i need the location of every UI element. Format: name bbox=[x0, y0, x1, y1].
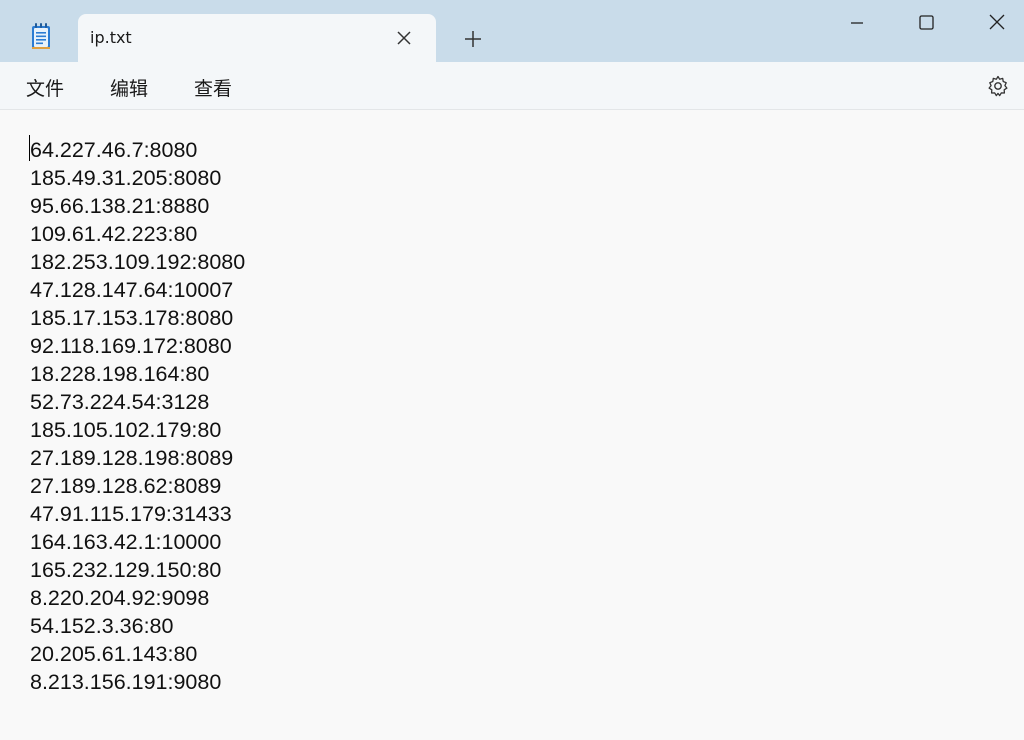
text-line: 27.189.128.62:8089 bbox=[30, 474, 222, 498]
text-line: 64.227.46.7:8080 bbox=[30, 138, 198, 162]
plus-icon[interactable] bbox=[462, 28, 484, 50]
text-line: 109.61.42.223:80 bbox=[30, 222, 198, 246]
text-line: 182.253.109.192:8080 bbox=[30, 250, 246, 274]
text-editor[interactable]: 64.227.46.7:8080 185.49.31.205:8080 95.66.… bbox=[0, 110, 1024, 740]
text-line: 27.189.128.198:8089 bbox=[30, 446, 234, 470]
tab-ip-txt[interactable]: ip.txt bbox=[78, 14, 436, 62]
text-line: 54.152.3.36:80 bbox=[30, 614, 174, 638]
text-line: 185.105.102.179:80 bbox=[30, 418, 222, 442]
text-line: 20.205.61.143:80 bbox=[30, 642, 198, 666]
text-line: 185.49.31.205:8080 bbox=[30, 166, 222, 190]
text-line: 165.232.129.150:80 bbox=[30, 558, 222, 582]
text-caret bbox=[29, 135, 30, 161]
minimize-icon[interactable] bbox=[844, 10, 870, 36]
close-window-icon[interactable] bbox=[984, 10, 1010, 36]
maximize-icon[interactable] bbox=[913, 10, 939, 36]
text-line: 164.163.42.1:10000 bbox=[30, 530, 222, 554]
text-line: 18.228.198.164:80 bbox=[30, 362, 210, 386]
gear-icon[interactable] bbox=[986, 74, 1010, 98]
text-line: 52.73.224.54:3128 bbox=[30, 390, 210, 414]
menu-view[interactable]: 查看 bbox=[194, 74, 232, 101]
text-line: 185.17.153.178:8080 bbox=[30, 306, 234, 330]
notepad-icon bbox=[30, 22, 52, 50]
text-line: 47.128.147.64:10007 bbox=[30, 278, 234, 302]
document-text: 64.227.46.7:8080 185.49.31.205:8080 95.66.… bbox=[30, 136, 245, 696]
close-icon[interactable] bbox=[392, 26, 416, 50]
menu-bar: 文件 编辑 查看 bbox=[0, 62, 1024, 110]
text-line: 8.213.156.191:9080 bbox=[30, 670, 222, 694]
text-line: 8.220.204.92:9098 bbox=[30, 586, 210, 610]
text-line: 92.118.169.172:8080 bbox=[30, 334, 232, 358]
text-line: 95.66.138.21:8880 bbox=[30, 194, 210, 218]
title-bar: ip.txt bbox=[0, 0, 1024, 62]
text-line: 47.91.115.179:31433 bbox=[30, 502, 232, 526]
menu-edit[interactable]: 编辑 bbox=[110, 74, 148, 101]
menu-file[interactable]: 文件 bbox=[26, 74, 64, 101]
tab-title: ip.txt bbox=[90, 28, 132, 47]
